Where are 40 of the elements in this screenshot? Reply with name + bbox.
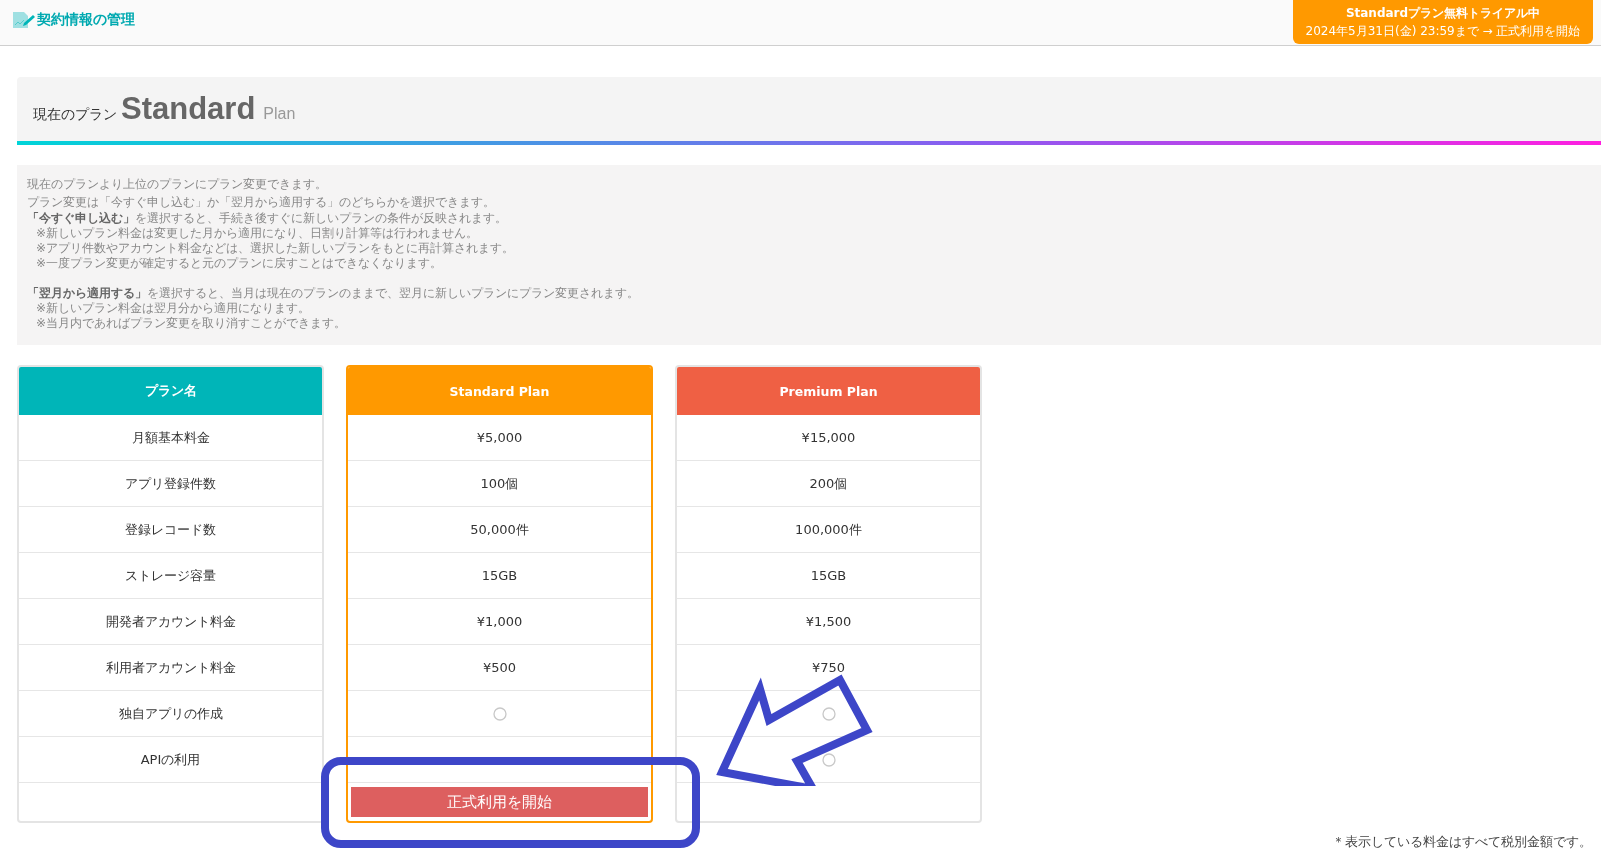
- table-cell: 100,000件: [795, 520, 862, 539]
- table-cell: 開発者アカウント料金: [105, 612, 236, 631]
- table-cell: 100個: [480, 474, 519, 493]
- table-cell: 月額基本料金: [131, 428, 210, 447]
- info-text: 現在のプランより上位のプランにプラン変更できます。: [27, 176, 328, 193]
- table-cell: APIの利用: [140, 750, 201, 769]
- table-cell: ¥15,000: [801, 430, 856, 445]
- table-cell: 15GB: [481, 568, 518, 583]
- plan-suffix: Plan: [263, 105, 296, 123]
- column-header: Standard Plan: [348, 367, 651, 415]
- info-text: 「翌月から適用する」を選択すると、当月は現在のプランのままで、翌月に新しいプランにプラン変更されます。: [27, 286, 640, 301]
- info-note: ※一度プラン変更が確定すると元のプランに戻すことはできなくなります。: [35, 256, 444, 271]
- table-cell: ¥750: [811, 660, 846, 675]
- info-note: ※当月内であればプラン変更を取り消すことができます。: [35, 316, 348, 331]
- info-note: ※アプリ件数やアカウント料金などは、選択した新しいプランをもとに再計算されます。: [35, 241, 516, 256]
- table-cell: ストレージ容量: [125, 566, 216, 585]
- page-title: 契約情報の管理: [37, 11, 135, 29]
- table-cell: 200個: [809, 474, 848, 493]
- current-plan-name: Standard: [121, 91, 256, 127]
- table-cell: アプリ登録件数: [125, 474, 216, 493]
- info-text: 「今すぐ申し込む」を選択すると、手続き後すぐに新しいプランの条件が反映されます。: [27, 211, 508, 226]
- table-cell: ¥500: [482, 660, 517, 675]
- table-cell: 利用者アカウント料金: [105, 658, 236, 677]
- info-note: ※新しいプラン料金は翌月分から適用になります。: [35, 301, 312, 316]
- table-cell: ¥5,000: [476, 430, 523, 445]
- info-note: ※新しいプラン料金は変更した月から適用になり、日割り計算等は行われません。: [35, 226, 480, 241]
- info-text: プラン変更は「今すぐ申し込む」か「翌月から適用する」のどちらかを選択できます。: [27, 194, 496, 211]
- document-pen-icon: [12, 11, 36, 29]
- footnote: ＊表示している料金はすべて税別金額です。: [1332, 833, 1592, 851]
- current-plan-label: 現在のプラン: [33, 106, 117, 124]
- table-cell: 独自アプリの作成: [118, 704, 223, 723]
- column-header: Premium Plan: [677, 367, 980, 415]
- table-cell: 50,000件: [470, 520, 529, 539]
- start-button[interactable]: 正式利用を開始: [350, 786, 649, 818]
- table-cell: 登録レコード数: [125, 520, 216, 539]
- table-cell: ¥1,000: [476, 614, 523, 629]
- table-cell: 15GB: [810, 568, 847, 583]
- column-header: プラン名: [19, 367, 322, 415]
- table-cell: ¥1,500: [805, 614, 852, 629]
- trial-banner-button[interactable]: Standardプラン無料トライアル中 2024年5月31日(金) 23:59まで → 正式利用を開始: [1293, 0, 1593, 44]
